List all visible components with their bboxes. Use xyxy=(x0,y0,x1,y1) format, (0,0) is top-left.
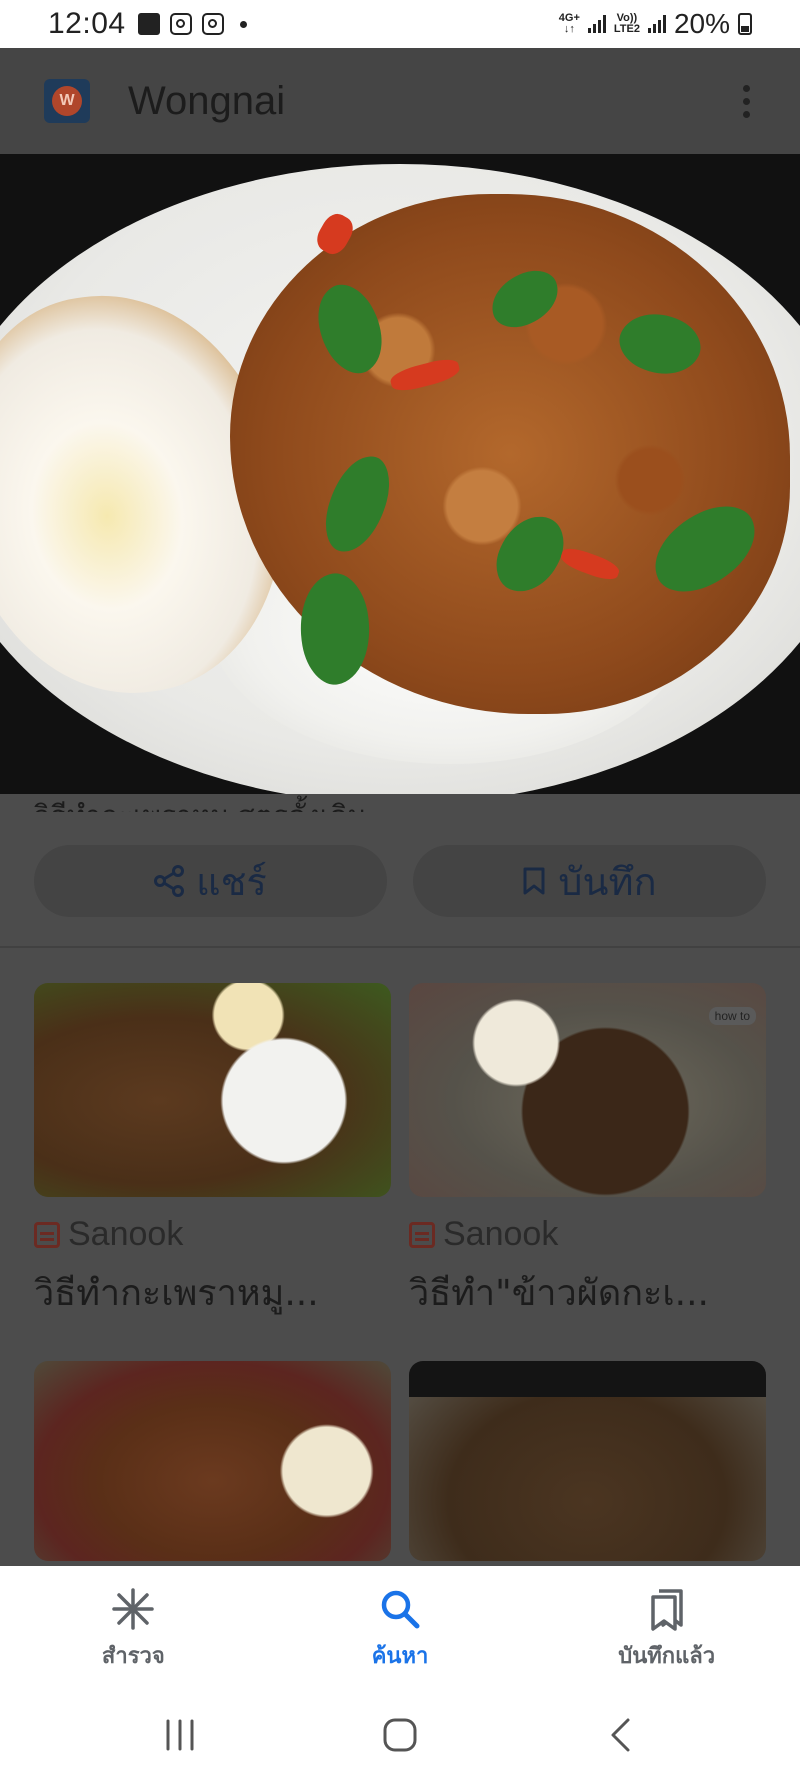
nav-explore[interactable]: สำรวจ xyxy=(0,1566,267,1686)
nav-search-label: ค้นหา xyxy=(371,1644,429,1669)
result-card[interactable] xyxy=(409,1361,766,1561)
sanook-logo-icon xyxy=(34,1221,60,1248)
save-label: บันทึก xyxy=(558,859,657,904)
saved-icon xyxy=(650,1589,683,1631)
result-thumbnail[interactable] xyxy=(409,1361,766,1561)
share-button[interactable]: แชร์ xyxy=(34,845,387,917)
back-button[interactable] xyxy=(580,1705,660,1765)
how-to-badge: how to xyxy=(708,1007,756,1025)
hero-image[interactable] xyxy=(0,154,800,794)
volte-indicator: Vo)) LTE2 xyxy=(613,12,640,35)
battery-icon xyxy=(738,13,752,35)
divider xyxy=(0,946,800,948)
result-thumbnail[interactable] xyxy=(34,1361,391,1561)
nav-saved-label: บันทึกแล้ว xyxy=(618,1644,716,1669)
back-icon xyxy=(611,1718,630,1752)
action-row: แชร์ บันทึก xyxy=(34,845,766,917)
related-results: Sanook วิธีทำกะเพราหมู... how to Sanook … xyxy=(34,983,766,1561)
sanook-logo-icon xyxy=(409,1221,435,1248)
status-right: 4G+ ↓↑ Vo)) LTE2 20% xyxy=(559,8,752,40)
result-title: วิธีทำ"ข้าวผัดกะเ... xyxy=(409,1273,709,1314)
bookmark-icon xyxy=(523,867,545,895)
home-icon xyxy=(383,1718,417,1752)
sparkle-icon xyxy=(112,1588,155,1630)
system-navigation xyxy=(0,1686,800,1784)
notification-icons xyxy=(137,13,247,35)
signal-strength-icon xyxy=(587,15,606,33)
gallery-icon xyxy=(137,13,160,35)
more-options-icon[interactable] xyxy=(743,84,750,118)
wongnai-logo: W xyxy=(44,79,90,123)
nav-search[interactable]: ค้นหา xyxy=(267,1566,534,1686)
instagram-icon xyxy=(201,13,224,35)
more-notifications-dot xyxy=(239,20,247,28)
share-label: แชร์ xyxy=(196,859,267,904)
result-thumbnail[interactable]: how to xyxy=(409,983,766,1197)
result-title: วิธีทำกะเพราหมู... xyxy=(34,1273,319,1314)
result-subtitle: วิธีทำกะเพราหมู สูตรดั้งเดิม xyxy=(34,794,366,812)
app-header: W Wongnai xyxy=(0,48,800,154)
recent-apps-icon xyxy=(166,1719,194,1751)
bottom-navigation: สำรวจ ค้นหา บันทึกแล้ว xyxy=(0,1566,800,1686)
recent-apps-button[interactable] xyxy=(140,1705,220,1765)
nav-explore-label: สำรวจ xyxy=(101,1644,165,1669)
result-thumbnail[interactable] xyxy=(34,983,391,1197)
result-card[interactable]: how to Sanook วิธีทำ"ข้าวผัดกะเ... xyxy=(409,983,766,1321)
home-button[interactable] xyxy=(360,1705,440,1765)
status-time: 12:04 xyxy=(48,7,126,40)
dimmed-page: W Wongnai วิธีทำกะเพราหมู สูตรดั้งเดิม xyxy=(0,48,800,1566)
network-type: 4G+ ↓↑ xyxy=(558,12,580,35)
result-card[interactable]: Sanook วิธีทำกะเพราหมู... xyxy=(34,983,391,1321)
app-title: Wongnai xyxy=(128,78,286,123)
nav-saved[interactable]: บันทึกแล้ว xyxy=(533,1566,800,1686)
status-bar: 12:04 4G+ ↓↑ Vo)) LTE2 20% xyxy=(0,0,800,48)
battery-percentage: 20% xyxy=(673,8,730,39)
result-source: Sanook xyxy=(409,1215,766,1254)
instagram-icon xyxy=(169,13,192,35)
search-icon xyxy=(381,1590,420,1629)
save-button[interactable]: บันทึก xyxy=(413,845,766,917)
result-source: Sanook xyxy=(34,1215,391,1254)
share-icon xyxy=(154,865,185,897)
result-card[interactable] xyxy=(34,1361,391,1561)
signal-strength-icon xyxy=(647,15,666,33)
